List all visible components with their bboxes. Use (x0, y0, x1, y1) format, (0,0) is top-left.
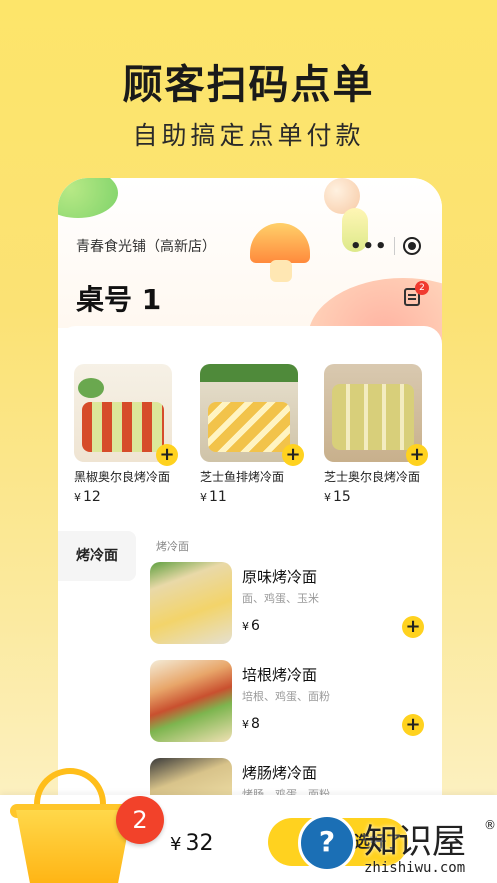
recommended-item-name: 芝士鱼排烤冷面 (200, 470, 285, 484)
recommended-item-price: ¥11 (200, 489, 300, 505)
hero-title: 顾客扫码点单 (122, 62, 375, 108)
cart-count-badge: 2 (116, 796, 164, 844)
category-heading: 烤冷面 (156, 540, 189, 553)
list-item[interactable]: 培根烤冷面 培根、鸡蛋、面粉 ¥8 + (150, 660, 440, 744)
recommended-item-name: 芝士奥尔良烤冷面 (324, 470, 421, 484)
watermark-registered: ® (484, 818, 496, 832)
add-button[interactable]: + (406, 444, 428, 466)
recommended-item-name: 黑椒奥尔良烤冷面 (74, 470, 171, 484)
price-value: 11 (209, 489, 227, 505)
watermark: 知识屋 ® zhishiwu.com (298, 814, 496, 880)
price-value: 8 (251, 716, 260, 732)
category-sidebar: 烤冷面 (58, 531, 136, 581)
total-value: 32 (185, 831, 214, 856)
garnish (200, 364, 298, 382)
dish-description: 培根、鸡蛋、面粉 (242, 690, 330, 703)
dish-price: ¥8 (242, 716, 260, 732)
currency-symbol: ¥ (242, 620, 249, 633)
add-button[interactable]: + (156, 444, 178, 466)
add-button[interactable]: + (282, 444, 304, 466)
watermark-text: 知识屋 (364, 822, 466, 862)
table-number: 桌号 1 (76, 283, 162, 316)
recommended-item-price: ¥12 (74, 489, 174, 505)
decor-mushroom-stem (270, 260, 292, 282)
add-button[interactable]: + (402, 616, 424, 638)
dish-name: 原味烤冷面 (242, 568, 318, 586)
recommended-item-price: ¥15 (324, 489, 424, 505)
dish-description: 面、鸡蛋、玉米 (242, 592, 319, 605)
price-value: 6 (251, 618, 260, 634)
currency-symbol: ¥ (324, 491, 331, 504)
cart-basket-icon[interactable] (16, 810, 132, 883)
currency-symbol: ¥ (242, 718, 249, 731)
dish-name: 培根烤冷面 (242, 666, 318, 684)
price-value: 15 (333, 489, 351, 505)
more-options-icon[interactable]: ••• (350, 236, 387, 257)
price-value: 12 (83, 489, 101, 505)
category-item-active[interactable]: 烤冷面 (58, 531, 136, 581)
recommended-item[interactable]: + 芝士鱼排烤冷面 ¥11 (200, 364, 304, 505)
garnish (78, 378, 104, 398)
mini-program-capsule: ••• (350, 231, 430, 261)
currency-symbol: ¥ (74, 491, 81, 504)
add-button[interactable]: + (402, 714, 424, 736)
food-image (150, 660, 232, 742)
dish-name: 烤肠烤冷面 (242, 764, 318, 782)
store-name: 青春食光铺（高新店） (76, 239, 216, 255)
food-plate (332, 384, 414, 450)
hero-subtitle: 自助搞定点单付款 (132, 121, 365, 150)
phone-screen: 青春食光铺（高新店） ••• 桌号 1 2 + 黑椒奥尔良烤冷面 ¥12 + 芝… (58, 178, 442, 883)
watermark-url: zhishiwu.com (364, 860, 466, 876)
close-target-icon[interactable] (403, 237, 421, 255)
capsule-divider (394, 237, 395, 255)
food-plate (82, 402, 164, 452)
currency-symbol: ¥ (200, 491, 207, 504)
currency-symbol: ¥ (170, 834, 182, 855)
food-image (150, 562, 232, 644)
watermark-logo-icon (298, 814, 356, 872)
order-count-badge: 2 (415, 281, 429, 295)
recommended-item[interactable]: + 黑椒奥尔良烤冷面 ¥12 (74, 364, 178, 505)
list-item[interactable]: 原味烤冷面 面、鸡蛋、玉米 ¥6 + (150, 562, 440, 646)
recommended-item[interactable]: + 芝士奥尔良烤冷面 ¥15 (324, 364, 428, 505)
food-plate (208, 402, 290, 452)
dish-price: ¥6 (242, 618, 260, 634)
cart-total: ¥32 (170, 831, 213, 856)
